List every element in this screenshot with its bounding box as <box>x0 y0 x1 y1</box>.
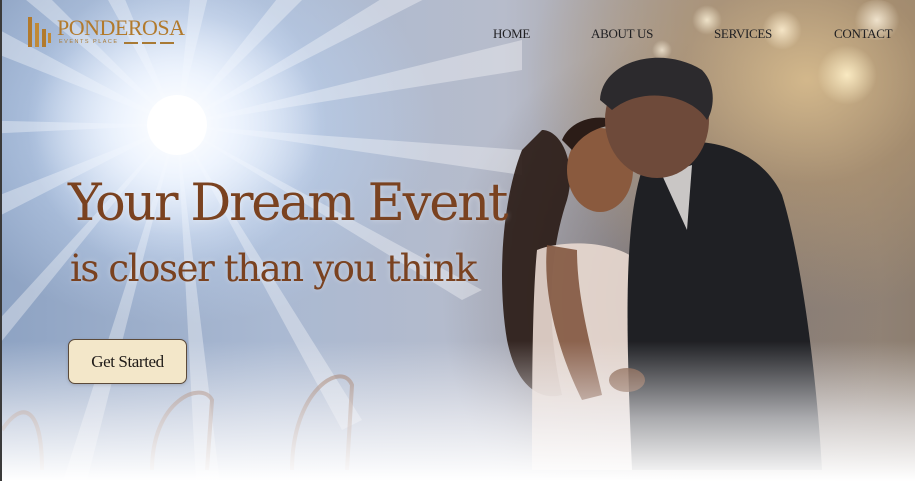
nav-contact[interactable]: CONTACT <box>834 26 893 42</box>
bokeh-light <box>652 40 672 60</box>
bokeh-light <box>817 45 877 105</box>
get-started-button[interactable]: Get Started <box>68 339 187 384</box>
hero-headline: Your Dream Event <box>68 174 508 233</box>
nav-services[interactable]: SERVICES <box>714 26 772 42</box>
main-nav: HOME ABOUT US SERVICES CONTACT <box>2 26 915 42</box>
light-rays-background <box>2 0 522 481</box>
hero-subheadline: is closer than you think <box>70 247 477 290</box>
hero-section: PONDEROSA EVENTS PLACE HOME ABOUT US SER… <box>0 0 915 481</box>
logo-divider <box>124 42 176 44</box>
nav-about-us[interactable]: ABOUT US <box>591 26 653 42</box>
nav-home[interactable]: HOME <box>493 26 530 42</box>
couple-photo <box>2 57 822 471</box>
